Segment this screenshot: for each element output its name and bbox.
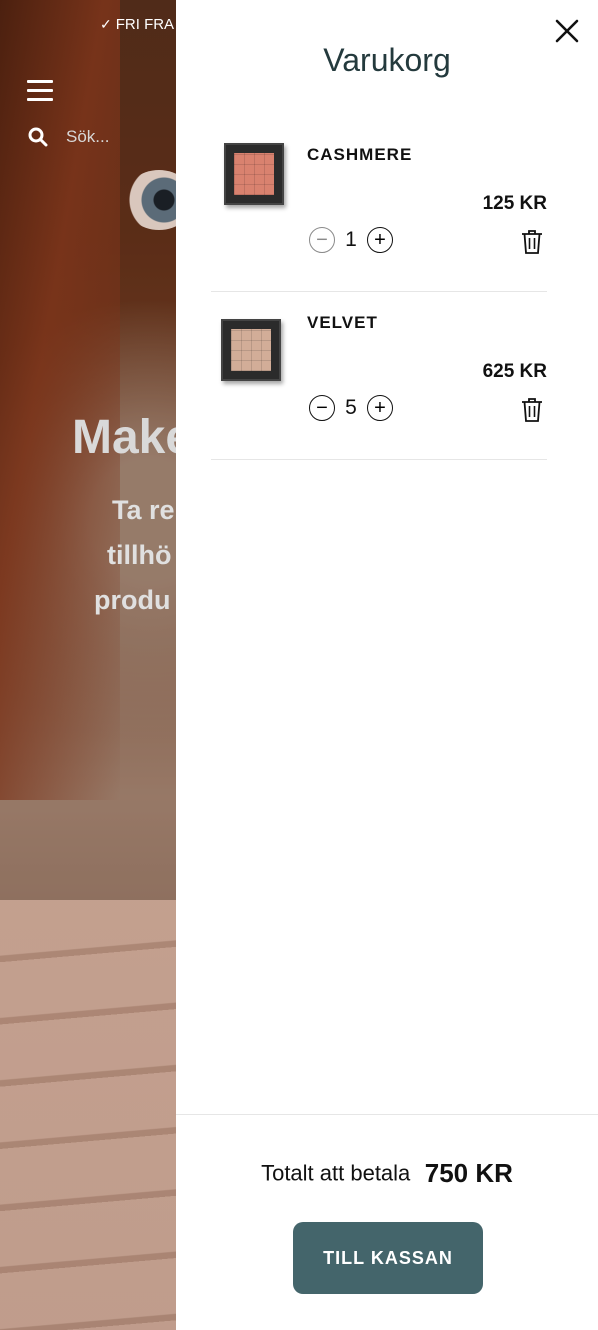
search-input[interactable] (64, 126, 176, 148)
product-name[interactable]: VELVET (307, 313, 378, 333)
product-image[interactable] (221, 319, 281, 381)
announcement-text: FRI FRA (115, 16, 175, 33)
total-value: 750 KR (424, 1158, 513, 1188)
increase-quantity-button[interactable]: + (367, 395, 393, 421)
quantity-stepper: − 5 + (309, 395, 393, 421)
decrease-quantity-button[interactable]: − (309, 395, 335, 421)
check-icon: ✓ (100, 16, 112, 32)
trash-icon[interactable] (521, 397, 543, 423)
cart-title: Varukorg (323, 42, 451, 78)
cart-item: VELVET 625 KR − 5 + (211, 291, 547, 460)
hero-subtitle: Ta re tillhö produ (94, 488, 175, 623)
search-icon[interactable] (28, 127, 48, 147)
hero-image-eye (124, 170, 176, 230)
hero-image-hand (0, 900, 176, 1330)
product-name[interactable]: CASHMERE (307, 145, 412, 165)
product-price: 125 KR (482, 193, 547, 214)
cart-drawer: Varukorg CASHMERE 125 KR − 1 + VELVET 62… (176, 0, 598, 1330)
announcement-bar: ✓ FRI FRA (100, 16, 174, 33)
hero-subtitle-line: tillhö (107, 540, 172, 570)
close-icon[interactable] (554, 18, 580, 44)
footer-divider (176, 1114, 598, 1115)
menu-icon[interactable] (27, 80, 53, 102)
hero-subtitle-line: Ta re (112, 495, 175, 525)
search-bar (28, 126, 176, 148)
swatch-pan (231, 329, 271, 371)
quantity-value: 5 (345, 396, 357, 419)
product-image[interactable] (224, 143, 284, 205)
increase-quantity-button[interactable]: + (367, 227, 393, 253)
product-price: 625 KR (482, 361, 547, 382)
trash-icon[interactable] (521, 229, 543, 255)
decrease-quantity-button[interactable]: − (309, 227, 335, 253)
checkout-button[interactable]: TILL KASSAN (293, 1222, 483, 1294)
quantity-value: 1 (345, 228, 357, 251)
total-label: Totalt att betala (261, 1160, 411, 1186)
background-page: ✓FRI FRA Make Ta re tillhö produ (0, 0, 176, 1330)
swatch-pan (234, 153, 274, 195)
hero-title: Make (72, 411, 176, 464)
cart-item: CASHMERE 125 KR − 1 + (211, 123, 547, 292)
quantity-stepper: − 1 + (309, 227, 393, 253)
cart-total: Totalt att betala 750 KR (176, 1158, 598, 1189)
hero-subtitle-line: produ (94, 585, 171, 615)
hero-image-hair (0, 0, 120, 800)
